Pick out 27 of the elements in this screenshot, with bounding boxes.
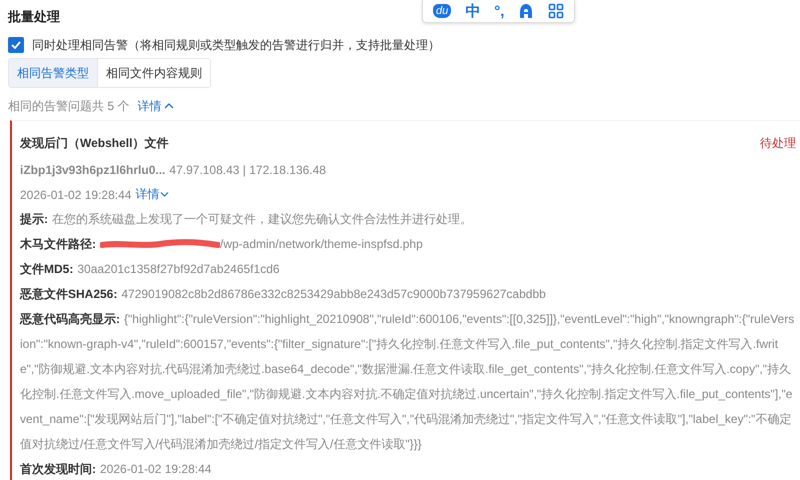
ime-mode-toggle[interactable]: 中: [465, 4, 480, 18]
punctuation-toggle[interactable]: °,: [494, 4, 504, 18]
field-text: 恶意文件SHA256: 4729019082c8b2d86786e332c8253429abb8e243d57c9000b737959627cabdbb: [20, 286, 546, 303]
field-text: 提示: 在您的系统磁盘上发现了一个可疑文件，建议您先确认文件合法性并进行处理。: [20, 211, 472, 228]
field-text: 文件MD5: 30aa201c1358f27bf92d7ab2465f1cd6: [20, 261, 280, 278]
grid-icon[interactable]: [548, 3, 564, 19]
checkbox-label: 同时处理相同告警（将相同规则或类型触发的告警进行归并，支持批量处理）: [32, 36, 440, 54]
alert-title: 发现后门（Webshell）文件: [20, 134, 168, 152]
ip-addresses: 47.97.108.43 | 172.18.136.48: [169, 162, 326, 176]
field-value: /wp-admin/network/theme-inspfsd.php: [220, 237, 423, 251]
field-text: 恶意代码高亮显示: {"highlight":{"ruleVersion":"highlight_20210908","ruleId":600106,"events":[[0,325]]},"eventLevel":"high","knowngraph":{"ruleVersion":"known-graph-v4","ruleId":600157,"events":{"filter_signature":["持久化控制.任意文件写入.file_put_contents","持久化控制.指定文件写入.fwrite","防御规避.文本内容对抗.代码混淆加壳绕过.base64_decode","数据泄漏.任意文件读取.file_get_contents","持久化控制.任意文件写入.copy","持久化控制.任意文件写入.move_uploaded_file","防御规避.文本内容对抗.不确定值对抗绕过.uncertain","持久化控制.指定文件写入.file_put_contents"],"event_name":["发现网站后门"],"label":["不确定值对抗绕过","任意文件写入","代码混淆加壳绕过","指定文件写入","任意文件读取"],"label_key":"不确定值对抗绕过/任意文件写入/代码混淆加壳绕过/指定文件写入/任意文件读取"}}}: [20, 311, 796, 453]
host-name: iZbp1j3v93h6pz1l6hrlu0...: [20, 162, 166, 176]
ime-logo[interactable]: du: [433, 4, 452, 18]
checkbox[interactable]: [8, 37, 24, 53]
chevron-up-icon: [164, 102, 174, 110]
details-link[interactable]: 详情: [137, 98, 174, 114]
chevron-down-icon: [160, 191, 170, 198]
alert-time: 2026-01-02 19:28:44: [20, 188, 132, 202]
field-text: 首次发现时间: 2026-01-02 19:28:44: [20, 461, 212, 478]
checkmark-icon: [11, 41, 21, 49]
tab[interactable]: 相同告警类型: [9, 59, 98, 87]
summary-text: 相同的告警问题共 5 个: [8, 98, 130, 114]
skin-icon[interactable]: [518, 3, 534, 19]
status-label: 待处理: [760, 134, 796, 152]
section-title: 批量处理: [8, 8, 60, 26]
details-link[interactable]: 详情: [135, 186, 170, 203]
field-label: 木马文件路径:: [20, 237, 96, 251]
